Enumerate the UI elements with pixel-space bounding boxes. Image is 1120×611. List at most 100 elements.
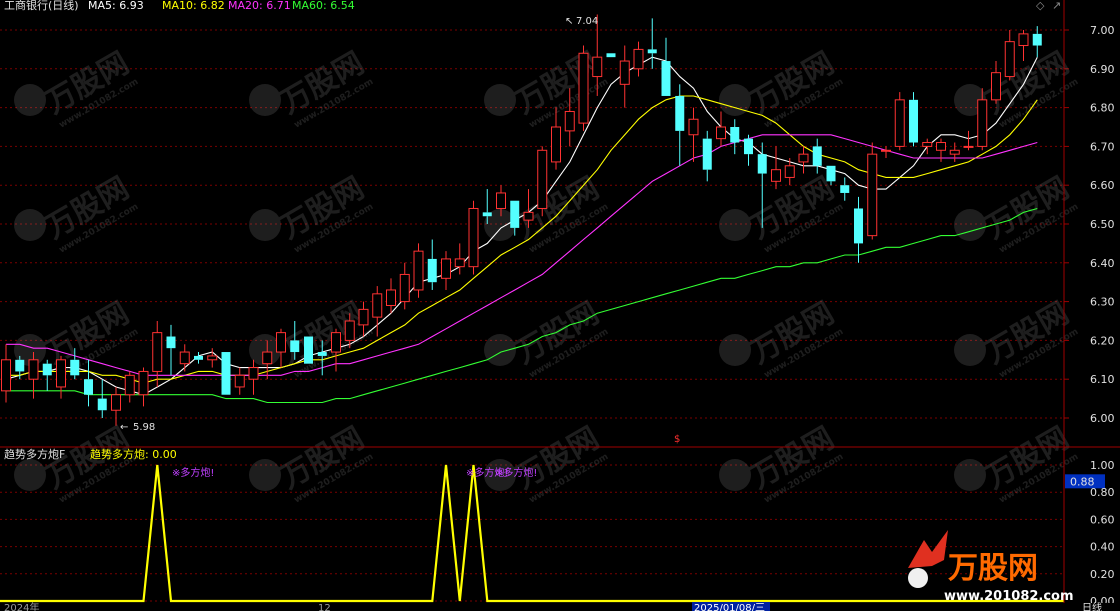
candle[interactable] bbox=[468, 200, 479, 275]
candle[interactable] bbox=[991, 61, 1001, 104]
candle[interactable] bbox=[619, 45, 630, 108]
candle-body bbox=[317, 352, 327, 356]
y-tick-label: 0.80 bbox=[1090, 486, 1115, 499]
candle[interactable] bbox=[688, 107, 699, 162]
candle[interactable] bbox=[798, 146, 809, 174]
watermark: 万股网www.201082.com bbox=[484, 296, 610, 380]
candle[interactable] bbox=[427, 239, 437, 290]
candle[interactable] bbox=[881, 146, 891, 159]
y-tick-label: 7.00 bbox=[1090, 24, 1115, 37]
candle-body bbox=[304, 336, 313, 364]
candle[interactable] bbox=[111, 386, 121, 426]
candle[interactable] bbox=[963, 130, 974, 151]
candle[interactable] bbox=[894, 92, 905, 151]
candle-body bbox=[744, 138, 753, 155]
candle[interactable] bbox=[56, 355, 66, 399]
candle[interactable] bbox=[578, 45, 589, 131]
brand-url: www.201082.com bbox=[944, 589, 1074, 604]
candle[interactable] bbox=[812, 138, 822, 174]
candle-body bbox=[97, 398, 107, 411]
candle-body bbox=[111, 394, 121, 411]
candle[interactable] bbox=[138, 367, 149, 407]
signal-label: ※多方炮! bbox=[495, 466, 537, 479]
candle[interactable] bbox=[42, 359, 52, 391]
diamond-icon[interactable]: ◇ bbox=[1036, 0, 1045, 12]
candle[interactable] bbox=[166, 324, 176, 376]
expand-icon[interactable]: ↗ bbox=[1052, 0, 1061, 12]
candle[interactable] bbox=[413, 243, 424, 298]
candle[interactable] bbox=[771, 146, 781, 190]
candle-body bbox=[840, 185, 850, 193]
y-tick-label: 0.60 bbox=[1090, 513, 1115, 526]
candle-body bbox=[468, 207, 479, 268]
candle[interactable] bbox=[276, 328, 286, 368]
candle[interactable] bbox=[207, 348, 218, 368]
candle-body bbox=[1032, 33, 1042, 46]
candle[interactable] bbox=[606, 53, 616, 58]
candle[interactable] bbox=[716, 111, 726, 147]
candle[interactable] bbox=[537, 146, 548, 217]
candle-body bbox=[28, 359, 39, 380]
candle[interactable] bbox=[97, 379, 107, 418]
candle[interactable] bbox=[633, 41, 644, 77]
candle-body bbox=[276, 332, 286, 353]
candle[interactable] bbox=[441, 251, 451, 290]
candle-body bbox=[441, 258, 451, 279]
candle[interactable] bbox=[647, 18, 657, 69]
candle[interactable] bbox=[949, 142, 960, 162]
candle-body bbox=[798, 153, 809, 163]
indicator-title: 趋势多方炮F bbox=[4, 447, 65, 461]
y-tick-label: 6.50 bbox=[1090, 218, 1115, 231]
stock-title: 工商银行(日线) bbox=[4, 0, 79, 12]
candle-body bbox=[194, 355, 203, 360]
candle[interactable] bbox=[179, 344, 190, 372]
candle[interactable] bbox=[152, 321, 163, 387]
watermark: 万股网www.201082.com bbox=[954, 421, 1080, 505]
candle-body bbox=[881, 149, 891, 152]
y-tick-label: 6.60 bbox=[1090, 179, 1115, 192]
candle[interactable] bbox=[854, 196, 863, 263]
candle[interactable] bbox=[675, 84, 685, 166]
candle-body bbox=[56, 359, 66, 388]
candle-body bbox=[496, 192, 506, 209]
candle-body bbox=[730, 127, 740, 143]
candle-body bbox=[124, 374, 135, 396]
candle-body bbox=[399, 273, 410, 303]
candle[interactable] bbox=[730, 119, 740, 155]
candle[interactable] bbox=[1004, 30, 1015, 81]
candle[interactable] bbox=[867, 142, 878, 240]
candle[interactable] bbox=[909, 92, 918, 147]
candle[interactable] bbox=[744, 134, 753, 166]
candle[interactable] bbox=[248, 359, 259, 395]
candle[interactable] bbox=[399, 262, 410, 310]
candle[interactable] bbox=[1032, 26, 1042, 58]
candle-body bbox=[592, 56, 603, 78]
candle[interactable] bbox=[454, 243, 465, 275]
candle[interactable] bbox=[661, 37, 671, 96]
brand-name: 万股网 bbox=[948, 551, 1038, 586]
candle[interactable] bbox=[840, 177, 850, 201]
candle-body bbox=[578, 52, 589, 124]
date-year-label: 2024年 bbox=[4, 601, 39, 611]
candle[interactable] bbox=[304, 336, 313, 364]
candle[interactable] bbox=[234, 367, 245, 395]
watermark: 万股网www.201082.com bbox=[484, 421, 610, 505]
candle[interactable] bbox=[1, 344, 11, 403]
candle[interactable] bbox=[702, 130, 712, 182]
candle[interactable] bbox=[124, 371, 135, 403]
candle[interactable] bbox=[372, 286, 383, 337]
ma5-label: MA5: 6.93 bbox=[88, 0, 144, 12]
candle-body bbox=[661, 61, 671, 96]
candle[interactable] bbox=[221, 352, 231, 395]
candle-body bbox=[179, 351, 190, 365]
candle[interactable] bbox=[386, 278, 396, 314]
brand-logo: 万股网 www.201082.com bbox=[908, 530, 1074, 604]
mascot-icon bbox=[908, 568, 928, 588]
candle[interactable] bbox=[194, 352, 203, 364]
candle-body bbox=[138, 370, 149, 396]
watermark: 万股网www.201082.com bbox=[249, 171, 375, 255]
candle-body bbox=[757, 154, 767, 174]
candle[interactable] bbox=[1018, 30, 1029, 62]
candle[interactable] bbox=[784, 158, 795, 186]
y-tick-label: 6.00 bbox=[1090, 412, 1115, 425]
